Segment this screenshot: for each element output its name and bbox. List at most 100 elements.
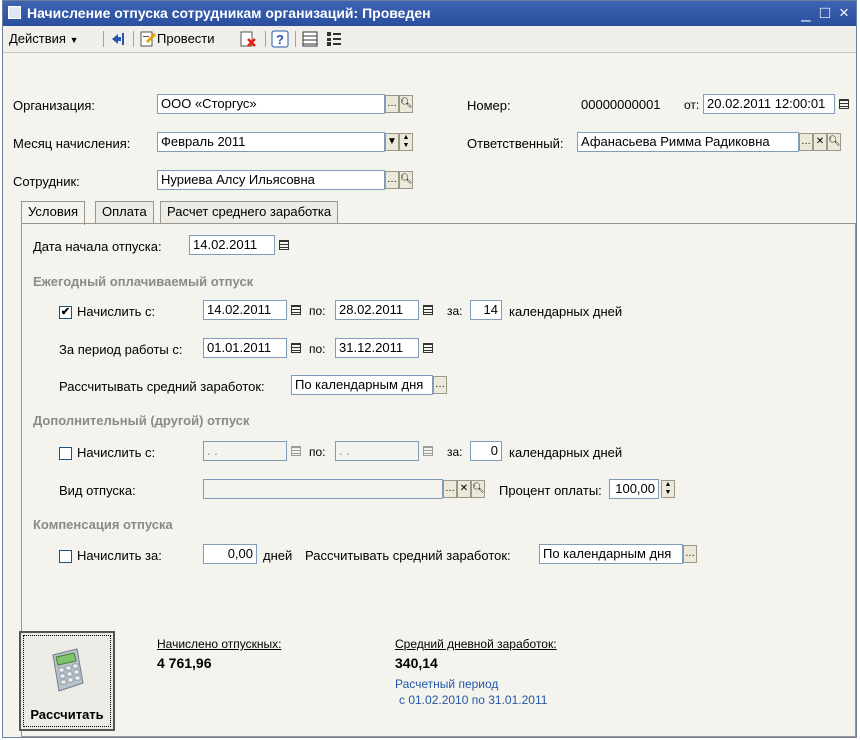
calendar-icon[interactable] <box>421 341 435 355</box>
annual-for-label: за: <box>447 304 463 318</box>
compensation-section-title: Компенсация отпуска <box>33 517 173 532</box>
accrued-label: Начислено отпускных: <box>157 637 282 651</box>
employee-label: Сотрудник: <box>13 174 80 189</box>
calc-period-label: Расчетный период <box>395 677 499 691</box>
month-field[interactable]: Февраль 2011 <box>157 132 385 152</box>
vacation-type-select-button[interactable]: … <box>443 480 457 498</box>
additional-accrue-label: Начислить с: <box>77 445 156 460</box>
additional-section-title: Дополнительный (другой) отпуск <box>33 413 250 428</box>
payment-percent-field[interactable]: 100,00 <box>609 479 659 499</box>
annual-avg-calc-label: Рассчитывать средний заработок: <box>59 379 265 394</box>
toolbar: Действия ▼ Провести ? <box>3 26 856 53</box>
post-button[interactable]: Провести <box>139 30 215 48</box>
responsible-label: Ответственный: <box>467 136 564 151</box>
document-window: Начисление отпуска сотрудникам организац… <box>2 0 857 738</box>
document-icon <box>8 6 21 19</box>
payment-percent-spinner[interactable]: ▲ ▼ <box>661 480 675 498</box>
list-view-icon[interactable] <box>301 30 319 48</box>
calendar-icon[interactable] <box>277 238 291 252</box>
compensation-days-label: дней <box>263 548 293 563</box>
annual-from-field[interactable]: 14.02.2011 <box>203 300 287 320</box>
month-spinner[interactable]: ▲ ▼ <box>399 133 413 151</box>
number-label: Номер: <box>467 98 511 113</box>
search-icon[interactable]: 🔍︎ <box>399 95 413 113</box>
annual-avg-calc-field[interactable]: По календарным дня <box>291 375 433 395</box>
help-icon[interactable]: ? <box>271 30 289 48</box>
annual-days-field[interactable]: 14 <box>470 300 502 320</box>
toolbar-separator <box>133 31 134 47</box>
number-value: 00000000001 <box>581 97 661 112</box>
additional-days-field[interactable]: 0 <box>470 441 502 461</box>
calendar-icon[interactable] <box>421 444 435 458</box>
organization-label: Организация: <box>13 98 96 113</box>
structure-icon[interactable] <box>325 30 343 48</box>
vacation-type-label: Вид отпуска: <box>59 483 136 498</box>
clear-icon[interactable]: ✕ <box>813 133 827 151</box>
tab-conditions[interactable]: Условия <box>21 201 86 225</box>
additional-for-label: за: <box>447 445 463 459</box>
payment-percent-label: Процент оплаты: <box>499 483 602 498</box>
toolbar-separator <box>265 31 266 47</box>
compensation-avg-calc-field[interactable]: По календарным дня <box>539 544 683 564</box>
actions-menu[interactable]: Действия ▼ <box>9 30 79 48</box>
document-date-field[interactable]: 20.02.2011 12:00:01 <box>703 94 835 114</box>
post-document-icon <box>140 31 157 47</box>
tab-average-earnings[interactable]: Расчет среднего заработка <box>160 201 339 223</box>
vacation-start-label: Дата начала отпуска: <box>33 239 162 254</box>
clear-icon[interactable]: ✕ <box>457 480 471 498</box>
svg-text:?: ? <box>276 32 284 47</box>
unpost-document-icon[interactable] <box>239 30 257 48</box>
calendar-icon[interactable] <box>289 444 303 458</box>
calendar-icon[interactable] <box>837 97 851 111</box>
search-icon[interactable]: 🔍︎ <box>471 480 485 498</box>
title-bar: Начисление отпуска сотрудникам организац… <box>3 1 856 26</box>
post-button-label: Провести <box>157 31 215 46</box>
employee-select-button[interactable]: … <box>385 171 399 189</box>
toolbar-separator <box>295 31 296 47</box>
calculate-button[interactable]: Рассчитать <box>19 631 115 731</box>
actions-menu-label: Действия <box>9 31 66 46</box>
annual-accrue-label: Начислить с: <box>77 304 156 319</box>
responsible-field[interactable]: Афанасьева Римма Радиковна <box>577 132 799 152</box>
close-button[interactable]: × <box>835 3 853 23</box>
search-icon[interactable]: 🔍︎ <box>827 133 841 151</box>
arrow-left-icon[interactable] <box>109 30 127 48</box>
calendar-icon[interactable] <box>289 341 303 355</box>
compensation-accrue-label: Начислить за: <box>77 548 162 563</box>
annual-to-field[interactable]: 28.02.2011 <box>335 300 419 320</box>
month-label: Месяц начисления: <box>13 136 131 151</box>
employee-field[interactable]: Нуриева Алсу Ильясовна <box>157 170 385 190</box>
vacation-type-field[interactable] <box>203 479 443 499</box>
organization-select-button[interactable]: … <box>385 95 399 113</box>
annual-days-label: календарных дней <box>509 304 623 319</box>
tab-payment[interactable]: Оплата <box>95 201 154 223</box>
work-from-field[interactable]: 01.01.2011 <box>203 338 287 358</box>
maximize-button[interactable]: □ <box>816 3 834 23</box>
work-to-field[interactable]: 31.12.2011 <box>335 338 419 358</box>
calculator-icon <box>52 648 84 692</box>
annual-accrue-checkbox[interactable]: ✔ <box>59 306 72 319</box>
additional-to-field[interactable]: . . <box>335 441 419 461</box>
responsible-select-button[interactable]: … <box>799 133 813 151</box>
calc-period-value: с 01.02.2010 по 31.01.2011 <box>399 693 548 707</box>
additional-accrue-checkbox[interactable] <box>59 447 72 460</box>
compensation-avg-calc-select-button[interactable]: … <box>683 545 697 563</box>
calendar-icon[interactable] <box>421 303 435 317</box>
organization-field[interactable]: ООО «Сторгус» <box>157 94 385 114</box>
additional-from-field[interactable]: . . <box>203 441 287 461</box>
date-from-label: от: <box>684 98 700 112</box>
month-dropdown-button[interactable]: ▼ <box>385 133 399 151</box>
search-icon[interactable]: 🔍︎ <box>399 171 413 189</box>
compensation-days-field[interactable]: 0,00 <box>203 544 257 564</box>
work-to-label: по: <box>309 342 326 356</box>
calendar-icon[interactable] <box>289 303 303 317</box>
minimize-button[interactable]: _ <box>797 3 815 23</box>
dropdown-arrow-icon: ▼ <box>69 35 79 45</box>
avg-daily-value: 340,14 <box>395 655 438 671</box>
annual-avg-calc-select-button[interactable]: … <box>433 376 447 394</box>
window-title: Начисление отпуска сотрудникам организац… <box>27 5 431 21</box>
additional-days-label: календарных дней <box>509 445 623 460</box>
compensation-avg-calc-label: Рассчитывать средний заработок: <box>305 548 511 563</box>
vacation-start-field[interactable]: 14.02.2011 <box>189 235 275 255</box>
compensation-accrue-checkbox[interactable] <box>59 550 72 563</box>
